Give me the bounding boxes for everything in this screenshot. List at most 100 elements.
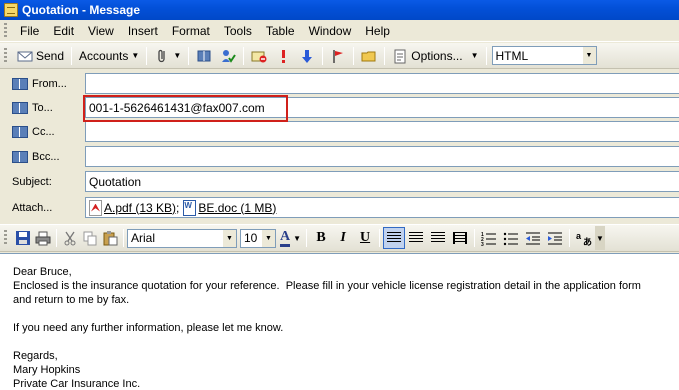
toolbar-separator	[306, 229, 308, 247]
check-names-button[interactable]	[216, 46, 240, 66]
cut-button[interactable]	[60, 228, 80, 248]
menu-bar: File Edit View Insert Format Tools Table…	[0, 20, 679, 42]
toolbar-separator	[146, 46, 148, 65]
chevron-down-icon: ▼	[596, 233, 604, 243]
message-header-panel: From... To... 001-1-5626461431@fax007.co…	[0, 70, 679, 224]
decrease-indent-icon	[525, 230, 541, 246]
insert-file-button[interactable]: ▼	[150, 46, 185, 66]
menu-table[interactable]: Table	[259, 22, 302, 40]
from-field[interactable]	[85, 73, 679, 94]
bcc-label: Bcc...	[32, 150, 60, 163]
italic-button[interactable]: I	[332, 227, 354, 249]
translate-icon: aあ	[576, 230, 592, 248]
chevron-down-icon: ▼	[173, 51, 182, 60]
menu-view[interactable]: View	[81, 22, 121, 40]
cc-button[interactable]: Cc...	[8, 121, 80, 142]
menu-format[interactable]: Format	[165, 22, 217, 40]
align-right-button[interactable]	[427, 227, 449, 249]
toolbar-separator	[353, 46, 355, 65]
from-label: From...	[32, 77, 67, 90]
toolbar-options-button[interactable]: ▼	[595, 226, 605, 250]
body-line: and return to me by fax.	[13, 294, 130, 306]
bullets-button[interactable]	[500, 227, 522, 249]
menu-tools[interactable]: Tools	[217, 22, 259, 40]
decrease-indent-button[interactable]	[522, 227, 544, 249]
message-format-select[interactable]: HTML ▼	[491, 46, 597, 65]
clipboard-icon	[102, 230, 118, 246]
increase-indent-icon	[547, 230, 563, 246]
attachment-item[interactable]: BE.doc (1 MB)	[183, 199, 276, 216]
toolbar-separator	[569, 229, 571, 247]
translate-button[interactable]: aあ	[573, 227, 595, 249]
formatting-toolbar: Arial ▼ 10 ▼ A ▼ B I U 123 a あ ▼	[0, 224, 679, 252]
options-button[interactable]: Options... ▼	[388, 46, 482, 66]
chevron-down-icon[interactable]: ▼	[223, 229, 236, 247]
font-color-button[interactable]: A ▼	[278, 228, 303, 248]
toolbar-separator	[56, 229, 57, 247]
address-book-icon	[196, 48, 212, 64]
menu-file[interactable]: File	[13, 22, 46, 40]
follow-up-flag-button[interactable]	[326, 46, 350, 66]
copy-button[interactable]	[80, 228, 100, 248]
printer-icon	[35, 230, 51, 246]
toolbar-separator	[243, 46, 245, 65]
chevron-down-icon[interactable]: ▼	[262, 229, 275, 247]
menubar-grip[interactable]	[4, 22, 7, 39]
align-left-button[interactable]	[383, 227, 406, 249]
menu-window[interactable]: Window	[302, 22, 359, 40]
font-name-select[interactable]: Arial ▼	[127, 228, 237, 248]
cc-label: Cc...	[32, 125, 55, 138]
exclamation-icon	[275, 48, 291, 64]
numbering-button[interactable]: 123	[478, 227, 500, 249]
print-button[interactable]	[33, 228, 53, 248]
attach-label[interactable]: Attach...	[12, 202, 52, 214]
title-bar: Quotation - Message	[0, 0, 679, 20]
svg-text:あ: あ	[583, 237, 592, 246]
accounts-button[interactable]: Accounts ▼	[75, 46, 143, 66]
justify-icon	[453, 232, 468, 244]
message-body[interactable]: Dear Bruce, Enclosed is the insurance qu…	[0, 253, 679, 390]
importance-high-button[interactable]	[271, 46, 295, 66]
menu-insert[interactable]: Insert	[121, 22, 165, 40]
attachment-link[interactable]: BE.doc (1 MB)	[198, 201, 276, 215]
permission-button[interactable]	[247, 46, 271, 66]
underline-button[interactable]: U	[354, 227, 376, 249]
cc-field[interactable]	[85, 121, 679, 142]
bold-button[interactable]: B	[310, 227, 332, 249]
address-book-button[interactable]	[192, 46, 216, 66]
increase-indent-button[interactable]	[544, 227, 566, 249]
from-button[interactable]: From...	[8, 73, 80, 94]
window-title: Quotation - Message	[22, 3, 141, 17]
bcc-button[interactable]: Bcc...	[8, 146, 80, 167]
body-line	[13, 307, 666, 321]
body-line: Enclosed is the insurance quotation for …	[13, 280, 641, 292]
body-line: Mary Hopkins	[13, 364, 81, 376]
toolbar-grip[interactable]	[4, 230, 7, 246]
save-button[interactable]	[13, 228, 33, 248]
font-color-letter: A	[280, 229, 291, 247]
menu-help[interactable]: Help	[358, 22, 397, 40]
send-button[interactable]: Send	[13, 46, 68, 66]
align-center-button[interactable]	[405, 227, 427, 249]
align-right-icon	[431, 232, 446, 244]
standard-toolbar: Send Accounts ▼ ▼ Options... ▼ HTML ▼	[0, 43, 679, 69]
body-line: Dear Bruce,	[13, 266, 72, 278]
folder-icon	[361, 48, 377, 64]
chevron-down-icon[interactable]: ▼	[582, 47, 596, 64]
paste-button[interactable]	[100, 228, 120, 248]
toolbar-separator	[188, 46, 190, 65]
toolbar-grip[interactable]	[4, 47, 7, 64]
font-size-select[interactable]: 10 ▼	[240, 228, 276, 248]
importance-low-button[interactable]	[295, 46, 319, 66]
scissors-icon	[62, 230, 78, 246]
body-line: Regards,	[13, 350, 58, 362]
to-button[interactable]: To...	[8, 97, 80, 118]
menu-edit[interactable]: Edit	[46, 22, 81, 40]
justify-button[interactable]	[449, 227, 471, 249]
bcc-field[interactable]	[85, 146, 679, 167]
open-folder-button[interactable]	[357, 46, 381, 66]
to-field-highlight	[83, 95, 288, 122]
attachment-link[interactable]: A.pdf (13 KB)	[104, 201, 176, 215]
subject-field[interactable]: Quotation	[85, 171, 679, 192]
attachment-item[interactable]: A.pdf (13 KB) ;	[89, 199, 179, 216]
